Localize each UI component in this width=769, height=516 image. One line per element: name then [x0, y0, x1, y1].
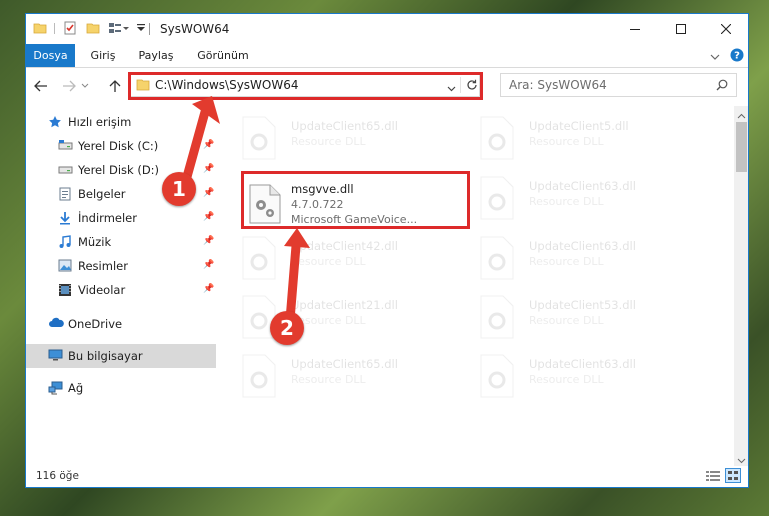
step-badge-2: 2: [270, 311, 304, 345]
annotation-arrows: [180, 96, 310, 325]
step-badge-1: 1: [162, 172, 196, 206]
